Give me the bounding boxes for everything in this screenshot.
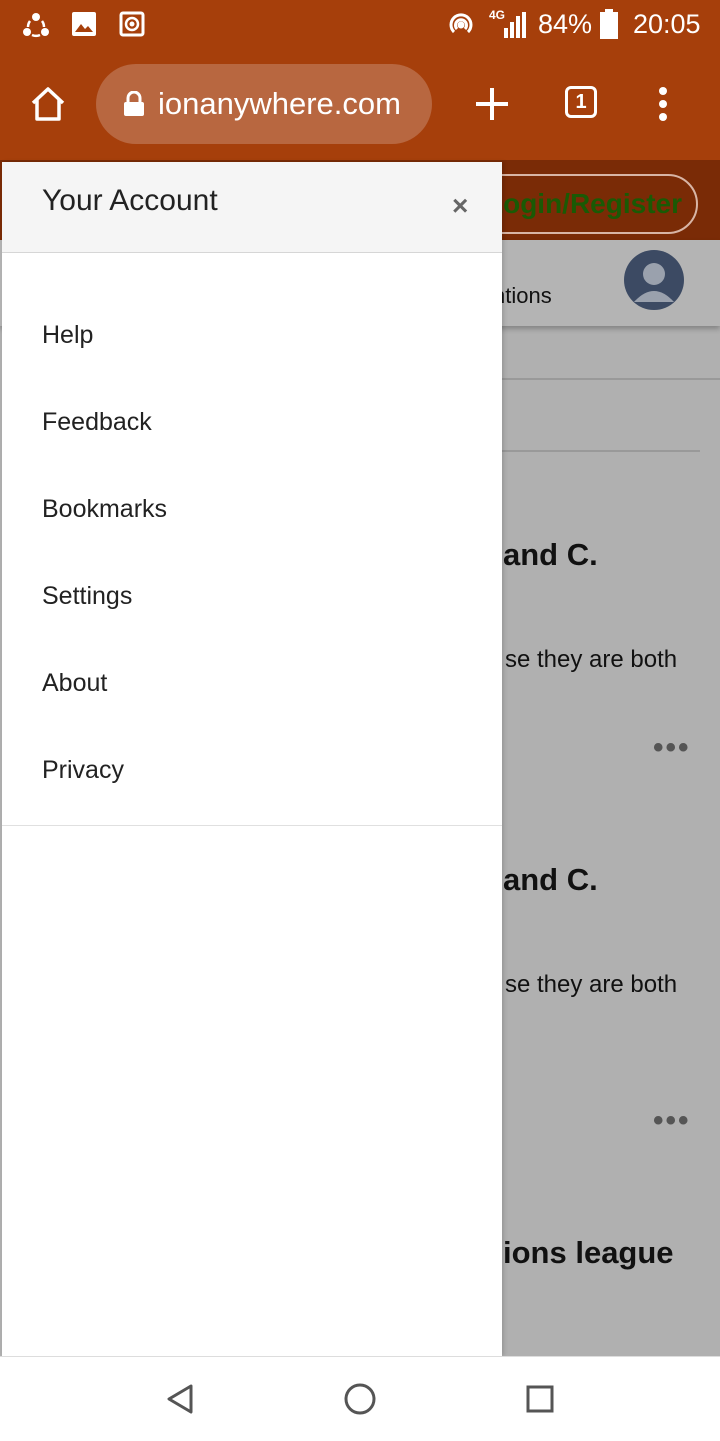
card-snippet: se they are both [505, 971, 678, 998]
drawer-title: Your Account [42, 184, 218, 217]
sync-icon [23, 13, 49, 38]
tab-switcher-button[interactable]: 1 [565, 86, 597, 118]
card-title[interactable]: and C. [503, 862, 598, 898]
back-icon[interactable] [165, 1383, 195, 1415]
menu-item-about[interactable]: About [42, 669, 107, 698]
browser-toolbar: ionanywhere.com 1 [0, 50, 720, 160]
menu-item-bookmarks[interactable]: Bookmarks [42, 495, 167, 524]
signal-icon [504, 12, 526, 38]
card-more-icon[interactable]: ••• [653, 731, 691, 765]
screen-record-icon [119, 11, 145, 37]
login-register-button[interactable]: Login/Register [470, 174, 698, 234]
drawer-divider [2, 825, 502, 826]
battery-percent: 84% [538, 9, 593, 39]
divider [502, 378, 720, 380]
home-icon[interactable] [29, 86, 67, 122]
new-tab-icon[interactable] [474, 86, 510, 122]
tab-count: 1 [575, 90, 587, 113]
lock-icon [124, 91, 144, 116]
system-nav-bar [0, 1356, 720, 1441]
login-register-label: Login/Register [485, 188, 682, 219]
status-bar: 4G 84% 20:05 [0, 0, 720, 50]
url-text: ionanywhere.com [158, 86, 401, 121]
clock: 20:05 [633, 9, 701, 39]
address-bar[interactable]: ionanywhere.com [96, 64, 432, 144]
card-title[interactable]: ions league [503, 1235, 674, 1271]
recents-icon[interactable] [525, 1384, 555, 1414]
divider [502, 450, 700, 452]
menu-item-privacy[interactable]: Privacy [42, 756, 124, 785]
card-title[interactable]: and C. [503, 537, 598, 573]
hotspot-icon [449, 13, 473, 34]
card-snippet: se they are both [505, 646, 678, 673]
drawer-header: Your Account × [2, 162, 502, 253]
menu-item-feedback[interactable]: Feedback [42, 408, 152, 437]
account-drawer: Your Account × Help Feedback Bookmarks S… [2, 162, 502, 1356]
close-icon[interactable]: × [452, 190, 468, 222]
card-more-icon[interactable]: ••• [653, 1104, 691, 1138]
gallery-icon [72, 12, 96, 36]
avatar-icon[interactable] [624, 250, 684, 310]
menu-item-settings[interactable]: Settings [42, 582, 132, 611]
menu-item-help[interactable]: Help [42, 321, 93, 350]
battery-icon [600, 9, 618, 39]
home-nav-icon[interactable] [343, 1382, 377, 1416]
more-options-icon[interactable] [657, 86, 669, 122]
